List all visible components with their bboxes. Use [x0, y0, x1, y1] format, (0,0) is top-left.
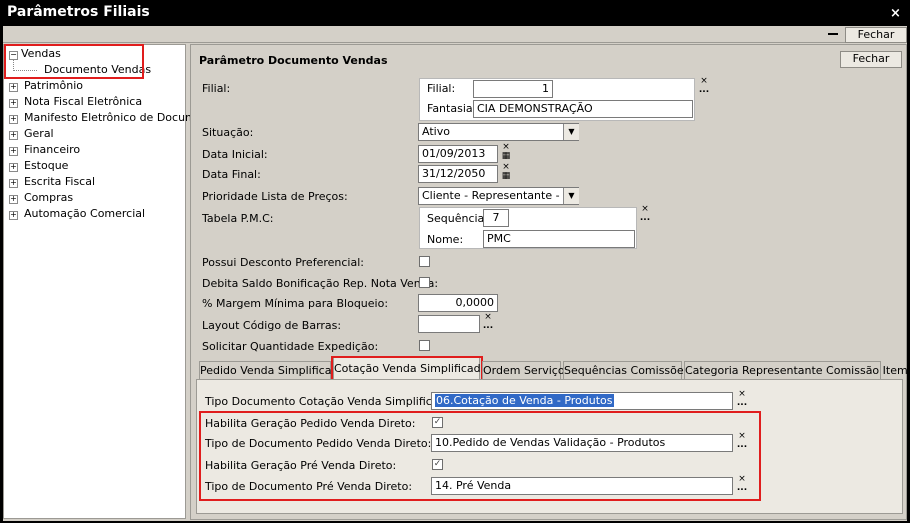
sequencia-label: Sequência:	[427, 212, 488, 225]
lookup-icon[interactable]: ...	[638, 214, 652, 229]
filial-input[interactable]: 1	[473, 80, 553, 98]
tipo-doc-cotacao-input[interactable]: 06.Cotação de Venda - Produtos	[431, 392, 733, 410]
debita-label: Debita Saldo Bonificação Rep. Nota Venda…	[202, 277, 439, 290]
prioridade-label: Prioridade Lista de Preços:	[202, 190, 348, 203]
tree-item-estoque[interactable]: Estoque	[24, 159, 68, 172]
margem-input[interactable]: 0,0000	[418, 294, 498, 312]
highlight-box-tab	[331, 356, 483, 381]
margem-label: % Margem Mínima para Bloqueio:	[202, 297, 389, 310]
data-inicial-label: Data Inicial:	[202, 148, 268, 161]
debita-checkbox[interactable]	[419, 277, 430, 288]
layout-codigo-input[interactable]	[418, 315, 480, 333]
tree-item-geral[interactable]: Geral	[24, 127, 54, 140]
tree-item-financeiro[interactable]: Financeiro	[24, 143, 80, 156]
data-inicial-input[interactable]: 01/09/2013	[418, 145, 498, 163]
fechar-button-top[interactable]: Fechar	[845, 27, 907, 43]
tipo-doc-cotacao-label: Tipo Documento Cotação Venda Simplificad…	[205, 395, 456, 408]
solicitar-label: Solicitar Quantidade Expedição:	[202, 340, 379, 353]
nome-input[interactable]: PMC	[483, 230, 635, 248]
fantasia-input[interactable]: CIA DEMONSTRAÇÃO	[473, 100, 693, 118]
tree-item-escrita-fiscal[interactable]: Escrita Fiscal	[24, 175, 95, 188]
data-final-input[interactable]: 31/12/2050	[418, 165, 498, 183]
filial-sub-label: Filial:	[427, 82, 456, 95]
situacao-select[interactable]: Ativo	[418, 123, 579, 141]
fechar-button-panel[interactable]: Fechar	[840, 51, 902, 68]
hab-pedido-checkbox[interactable]: ✓	[432, 417, 443, 428]
data-final-label: Data Final:	[202, 168, 261, 181]
nome-label: Nome:	[427, 233, 464, 246]
lookup-icon[interactable]: ...	[735, 484, 749, 499]
hab-pedido-label: Habilita Geração Pedido Venda Direto:	[205, 417, 416, 430]
prioridade-value: Cliente - Representante - Filial	[422, 189, 579, 202]
tree-item-patrimonio[interactable]: Patrimônio	[24, 79, 83, 92]
tipo-pre-label: Tipo de Documento Pré Venda Direto:	[205, 480, 413, 493]
expand-icon[interactable]: +	[9, 195, 18, 204]
expand-icon[interactable]: +	[9, 147, 18, 156]
tipo-pedido-label: Tipo de Documento Pedido Venda Direto:	[205, 437, 432, 450]
solicitar-checkbox[interactable]	[419, 340, 430, 351]
panel-title: Parâmetro Documento Vendas	[199, 54, 388, 67]
situacao-value: Ativo	[422, 125, 450, 138]
situacao-label: Situação:	[202, 126, 254, 139]
tab-categoria[interactable]: Categoria Representante Comissão Item	[684, 361, 908, 379]
desconto-label: Possui Desconto Preferencial:	[202, 256, 364, 269]
window-title: Parâmetros Filiais	[7, 4, 150, 20]
desconto-checkbox[interactable]	[419, 256, 430, 267]
dropdown-icon[interactable]: ▼	[563, 188, 579, 204]
dropdown-icon[interactable]: ▼	[563, 124, 579, 140]
hab-pre-checkbox[interactable]: ✓	[432, 459, 443, 470]
calendar-icon[interactable]: ▦	[499, 172, 513, 187]
tabela-pmc-label: Tabela P.M.C:	[202, 212, 274, 225]
fantasia-label: Fantasia:	[427, 102, 477, 115]
expand-icon[interactable]: +	[9, 99, 18, 108]
highlight-box-tree	[4, 44, 144, 79]
lookup-icon[interactable]: ...	[697, 86, 711, 101]
sequencia-input[interactable]: 7	[483, 209, 509, 227]
tree-item-nota-fiscal[interactable]: Nota Fiscal Eletrônica	[24, 95, 142, 108]
prioridade-select[interactable]: Cliente - Representante - Filial	[418, 187, 579, 205]
expand-icon[interactable]: +	[9, 211, 18, 220]
close-icon[interactable]: ×	[890, 6, 901, 21]
tree-item-automacao[interactable]: Automação Comercial	[24, 207, 145, 220]
expand-icon[interactable]: +	[9, 131, 18, 140]
expand-icon[interactable]: +	[9, 163, 18, 172]
lookup-icon[interactable]: ...	[735, 441, 749, 456]
lookup-icon[interactable]: ...	[481, 322, 495, 337]
tab-ordem-servico[interactable]: Ordem Serviço	[482, 361, 565, 379]
tab-sequencias[interactable]: Sequências Comissões	[563, 361, 689, 379]
top-toolbar	[3, 26, 907, 43]
navigation-tree: − Vendas Documento Vendas + Patrimônio +…	[3, 44, 221, 519]
layout-codigo-label: Layout Código de Barras:	[202, 319, 342, 332]
filial-label: Filial:	[202, 82, 231, 95]
expand-icon[interactable]: +	[9, 179, 18, 188]
expand-icon[interactable]: +	[9, 83, 18, 92]
minimize-icon[interactable]	[828, 33, 838, 35]
tipo-pre-input[interactable]: 14. Pré Venda	[431, 477, 733, 495]
tab-pedido-venda[interactable]: Pedido Venda Simplificado	[199, 361, 345, 379]
hab-pre-label: Habilita Geração Pré Venda Direto:	[205, 459, 397, 472]
tree-item-compras[interactable]: Compras	[24, 191, 73, 204]
tipo-pedido-input[interactable]: 10.Pedido de Vendas Validação - Produtos	[431, 434, 733, 452]
expand-icon[interactable]: +	[9, 115, 18, 124]
tipo-doc-cotacao-value: 06.Cotação de Venda - Produtos	[435, 394, 614, 407]
